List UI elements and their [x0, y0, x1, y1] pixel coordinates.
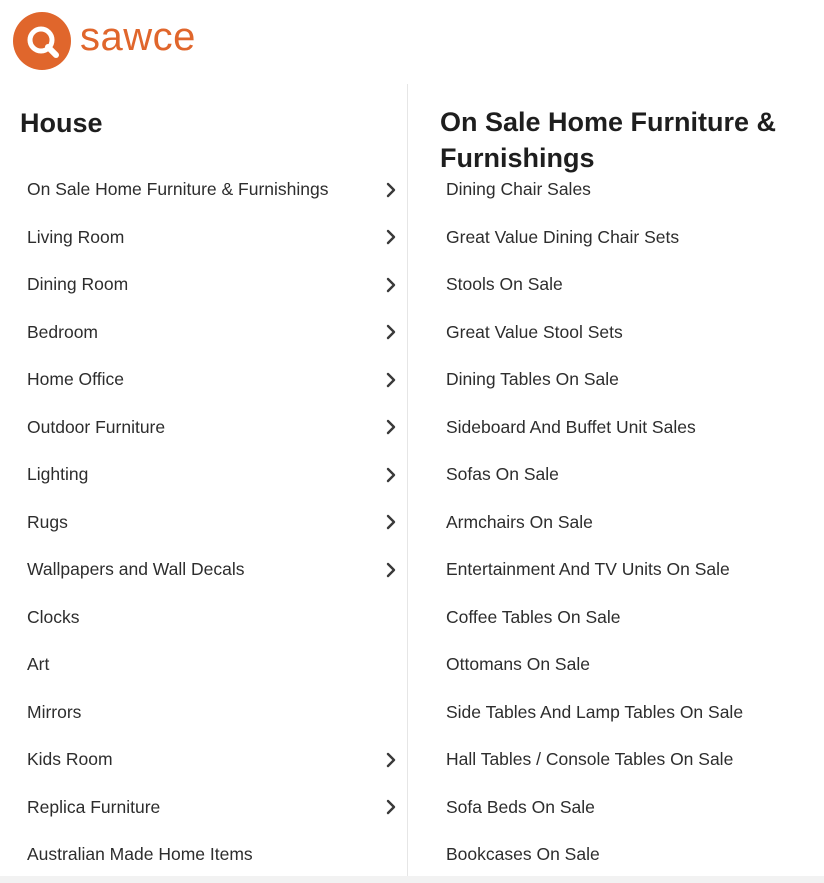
chevron-right-icon[interactable]	[385, 514, 397, 530]
chevron-right-icon[interactable]	[385, 562, 397, 578]
category-item-label: Dining Room	[27, 274, 129, 295]
category-item-label: Mirrors	[27, 701, 82, 722]
category-item-wallpapers-and-wall-decals[interactable]: Wallpapers and Wall Decals	[0, 546, 407, 594]
subcategory-link-dining-tables-on-sale[interactable]: Dining Tables On Sale	[446, 356, 816, 404]
chevron-right-icon[interactable]	[385, 467, 397, 483]
chevron-right-icon[interactable]	[385, 182, 397, 198]
category-item-kids-room[interactable]: Kids Room	[0, 736, 407, 784]
subcategory-link-coffee-tables-on-sale[interactable]: Coffee Tables On Sale	[446, 594, 816, 642]
chevron-right-icon[interactable]	[385, 324, 397, 340]
subcategory-link-armchairs-on-sale[interactable]: Armchairs On Sale	[446, 499, 816, 547]
magnifier-logo-icon	[13, 12, 71, 70]
bottom-scrollbar-track	[0, 876, 824, 883]
category-item-label: Bedroom	[27, 321, 99, 342]
subcategory-link-side-tables-and-lamp-tables-on-sale[interactable]: Side Tables And Lamp Tables On Sale	[446, 689, 816, 737]
category-item-label: Rugs	[27, 511, 68, 532]
chevron-right-icon[interactable]	[385, 277, 397, 293]
subcategory-link-entertainment-and-tv-units-on-sale[interactable]: Entertainment And TV Units On Sale	[446, 546, 816, 594]
category-item-replica-furniture[interactable]: Replica Furniture	[0, 784, 407, 832]
category-item-label: Australian Made Home Items	[27, 844, 253, 865]
subcategory-list: Dining Chair Sales Great Value Dining Cha…	[446, 166, 816, 879]
chevron-right-icon[interactable]	[385, 372, 397, 388]
category-item-label: On Sale Home Furniture & Furnishings	[27, 179, 329, 200]
category-item-label: Clocks	[27, 606, 80, 627]
subcategory-link-great-value-stool-sets[interactable]: Great Value Stool Sets	[446, 309, 816, 357]
category-item-home-office[interactable]: Home Office	[0, 356, 407, 404]
chevron-right-icon[interactable]	[385, 752, 397, 768]
category-item-label: Kids Room	[27, 749, 113, 770]
chevron-right-icon[interactable]	[385, 229, 397, 245]
subcategory-link-bookcases-on-sale[interactable]: Bookcases On Sale	[446, 831, 816, 879]
category-item-outdoor-furniture[interactable]: Outdoor Furniture	[0, 404, 407, 452]
category-item-mirrors[interactable]: Mirrors	[0, 689, 407, 737]
subcategory-link-sofas-on-sale[interactable]: Sofas On Sale	[446, 451, 816, 499]
category-item-art[interactable]: Art	[0, 641, 407, 689]
chevron-right-icon[interactable]	[385, 419, 397, 435]
panel-divider	[407, 84, 408, 876]
subcategory-link-sofa-beds-on-sale[interactable]: Sofa Beds On Sale	[446, 784, 816, 832]
subcategory-link-hall-tables-console-tables-on-sale[interactable]: Hall Tables / Console Tables On Sale	[446, 736, 816, 784]
subcategory-link-great-value-dining-chair-sets[interactable]: Great Value Dining Chair Sets	[446, 214, 816, 262]
category-item-australian-made-home-items[interactable]: Australian Made Home Items	[0, 831, 407, 879]
category-item-label: Art	[27, 654, 50, 675]
category-item-clocks[interactable]: Clocks	[0, 594, 407, 642]
subcategory-link-dining-chair-sales[interactable]: Dining Chair Sales	[446, 166, 816, 214]
chevron-right-icon[interactable]	[385, 799, 397, 815]
category-item-label: Lighting	[27, 464, 89, 485]
category-item-dining-room[interactable]: Dining Room	[0, 261, 407, 309]
category-item-label: Home Office	[27, 369, 124, 390]
subcategory-link-ottomans-on-sale[interactable]: Ottomans On Sale	[446, 641, 816, 689]
category-item-label: Wallpapers and Wall Decals	[27, 559, 245, 580]
category-item-living-room[interactable]: Living Room	[0, 214, 407, 262]
category-item-rugs[interactable]: Rugs	[0, 499, 407, 547]
left-panel-title: House	[20, 108, 103, 138]
category-item-lighting[interactable]: Lighting	[0, 451, 407, 499]
subcategory-link-stools-on-sale[interactable]: Stools On Sale	[446, 261, 816, 309]
category-item-label: Replica Furniture	[27, 796, 161, 817]
subcategory-link-sideboard-and-buffet-unit-sales[interactable]: Sideboard And Buffet Unit Sales	[446, 404, 816, 452]
brand-name: sawce	[80, 15, 196, 59]
category-item-label: Living Room	[27, 226, 125, 247]
category-item-label: Outdoor Furniture	[27, 416, 166, 437]
category-item-bedroom[interactable]: Bedroom	[0, 309, 407, 357]
category-item-on-sale-home-furniture-and-furnishings[interactable]: On Sale Home Furniture & Furnishings	[0, 166, 407, 214]
logo[interactable]: sawce	[12, 11, 196, 71]
category-list: On Sale Home Furniture & Furnishings Livi…	[0, 166, 407, 879]
